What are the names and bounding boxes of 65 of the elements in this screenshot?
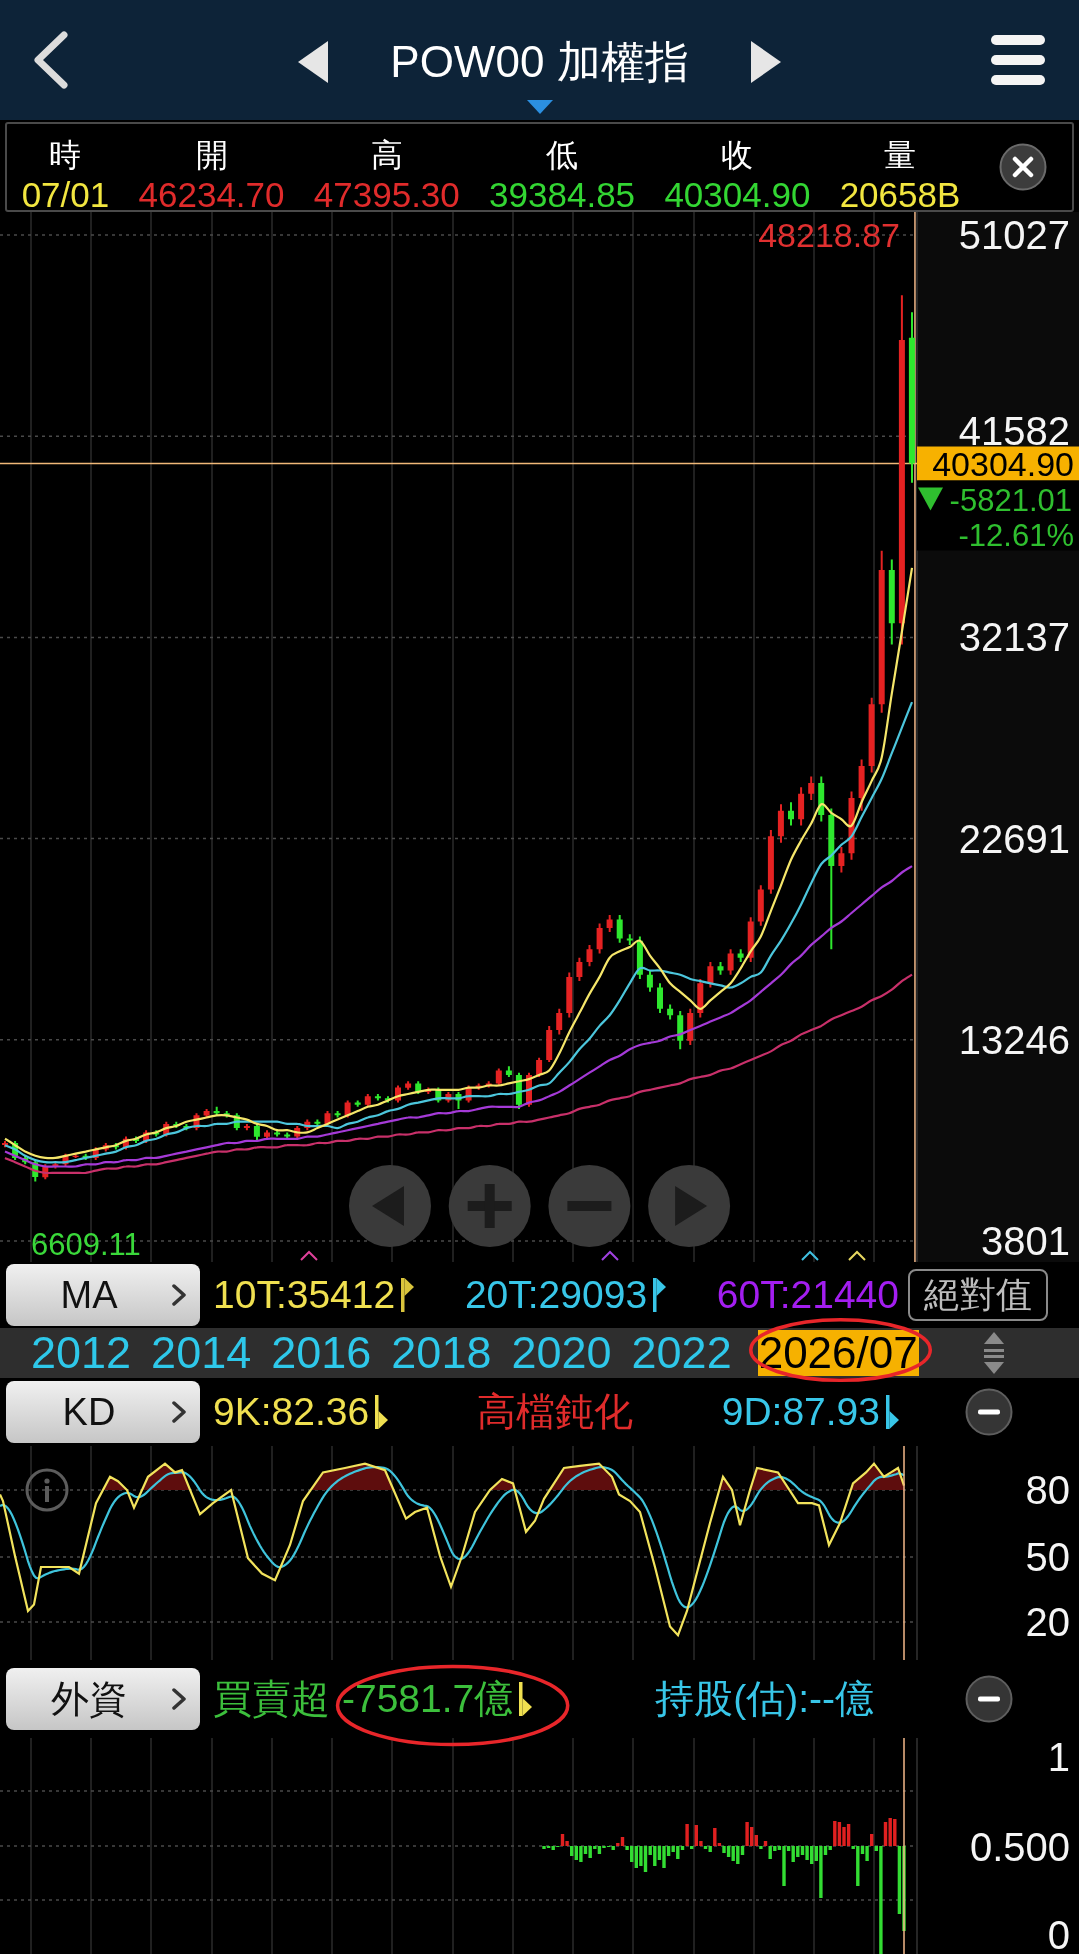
field-label: 高 bbox=[370, 138, 403, 172]
symbol-title: POW00 加權指 bbox=[390, 36, 689, 88]
price-change-value: -5821.01 bbox=[949, 482, 1072, 518]
year-label: 2012 bbox=[31, 1328, 132, 1378]
minus-icon[interactable] bbox=[965, 1388, 1013, 1436]
chevron-right-icon bbox=[172, 1688, 186, 1710]
field-value: 40304.90 bbox=[664, 178, 811, 212]
field-label: 低 bbox=[546, 138, 579, 172]
minus-icon[interactable] bbox=[965, 1675, 1013, 1723]
indicator-value: 9K:82.36 bbox=[213, 1389, 370, 1435]
y-axis-label: 32137 bbox=[958, 615, 1070, 660]
caret-down-icon[interactable] bbox=[526, 100, 553, 114]
sort-handle-icon[interactable] bbox=[982, 1332, 1006, 1374]
indicator-status: 高檔鈍化 bbox=[476, 1389, 633, 1435]
year-label: 2020 bbox=[511, 1328, 612, 1378]
year-label: 2018 bbox=[391, 1328, 492, 1378]
field-value: 39384.85 bbox=[489, 178, 636, 212]
caret-marker-icon bbox=[801, 1250, 819, 1261]
field-value: 47395.30 bbox=[313, 178, 460, 212]
chevron-right-icon bbox=[172, 1284, 186, 1306]
indicator-label: 買賣超 bbox=[213, 1676, 330, 1722]
y-axis-label: 3801 bbox=[981, 1219, 1070, 1262]
caret-marker-icon bbox=[848, 1250, 866, 1261]
chevron-right-icon bbox=[172, 1401, 186, 1423]
close-icon[interactable] bbox=[999, 143, 1048, 191]
field-value: 20658B bbox=[839, 178, 961, 212]
indicator-value: 60T:21440 bbox=[716, 1272, 899, 1318]
y-axis-label: 0.500 bbox=[969, 1825, 1070, 1869]
y-axis-label: 22691 bbox=[958, 816, 1070, 861]
info-icon[interactable] bbox=[25, 1468, 69, 1512]
triangle-left-icon[interactable] bbox=[298, 41, 329, 83]
year-label: 2016 bbox=[271, 1328, 372, 1378]
indicator-select-button[interactable]: KD bbox=[6, 1381, 200, 1443]
y-axis-label: 80 bbox=[1025, 1468, 1070, 1512]
y-axis-label: 13246 bbox=[958, 1017, 1070, 1062]
indicator-value: 9D:87.93 bbox=[721, 1389, 880, 1435]
high-price-label: 48218.87 bbox=[758, 216, 900, 254]
y-axis-label: 50 bbox=[1025, 1535, 1070, 1579]
current-date-tag: 2026/07 bbox=[757, 1330, 919, 1376]
caret-marker-icon bbox=[601, 1250, 619, 1261]
indicator-select-button[interactable]: 外資 bbox=[6, 1668, 200, 1730]
menu-icon[interactable] bbox=[991, 35, 1045, 85]
indicator-value: 持股(估):--億 bbox=[655, 1676, 874, 1722]
y-axis-label: 0 bbox=[1047, 1913, 1070, 1954]
field-value: 07/01 bbox=[21, 178, 110, 212]
field-label: 開 bbox=[195, 138, 228, 172]
field-label: 時 bbox=[49, 138, 82, 172]
caret-marker-icon bbox=[300, 1250, 318, 1261]
indicator-value: 10T:35412 bbox=[213, 1272, 396, 1318]
y-axis-label: 20 bbox=[1025, 1600, 1070, 1644]
indicator-select-button[interactable]: MA bbox=[6, 1264, 200, 1326]
indicator-value: -7581.7億 bbox=[342, 1676, 514, 1722]
y-axis-label: 1 bbox=[1047, 1738, 1070, 1779]
y-axis-label: 51027 bbox=[958, 213, 1070, 257]
field-label: 量 bbox=[884, 138, 916, 172]
percent-change-value: -12.61% bbox=[958, 517, 1074, 553]
current-price-tag: 40304.90 bbox=[917, 444, 1079, 483]
year-label: 2022 bbox=[631, 1328, 732, 1378]
year-label: 2014 bbox=[151, 1328, 252, 1378]
triangle-right-icon[interactable] bbox=[750, 41, 781, 83]
scale-mode-button[interactable]: 絕對值 bbox=[908, 1269, 1048, 1321]
low-price-label: 6609.11 bbox=[31, 1227, 141, 1262]
field-label: 收 bbox=[721, 138, 754, 172]
indicator-value: 20T:29093 bbox=[464, 1272, 648, 1318]
field-value: 46234.70 bbox=[138, 178, 285, 212]
